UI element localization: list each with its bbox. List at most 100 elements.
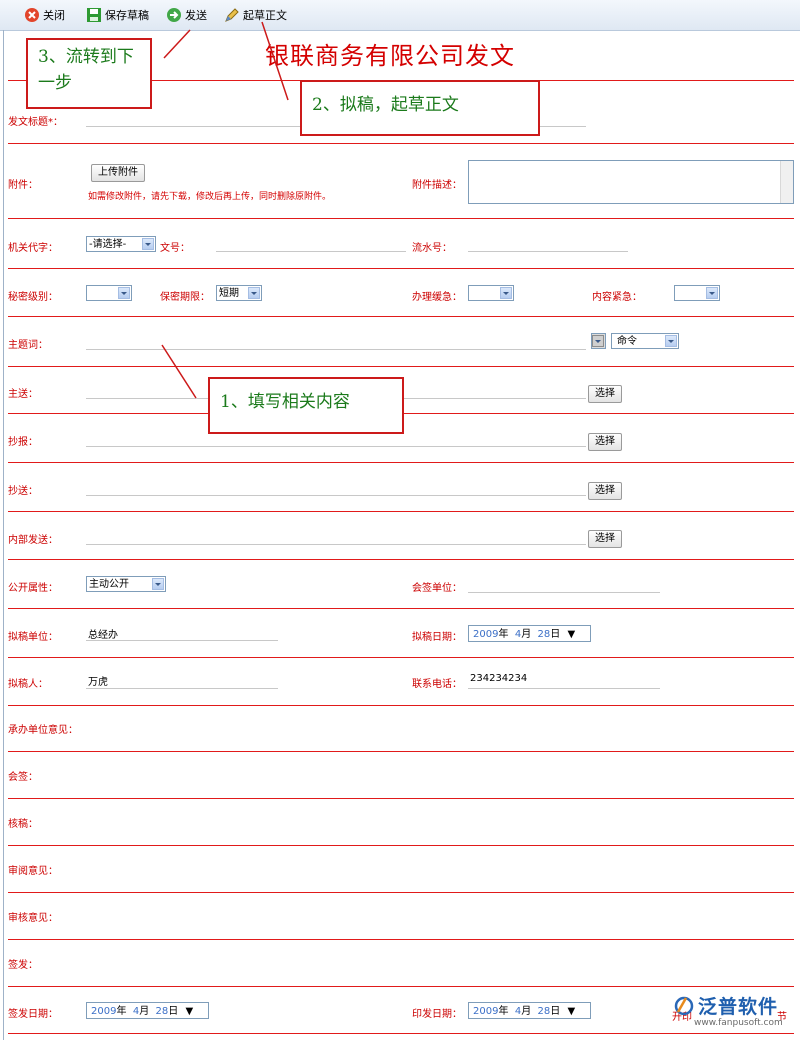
callout-step1: 1、填写相关内容 xyxy=(208,377,404,434)
divider xyxy=(8,218,794,219)
divider xyxy=(8,705,794,706)
keyword-type-select[interactable]: 命令 xyxy=(611,333,679,349)
dropdown-arrow-icon: ▼ xyxy=(567,1006,576,1017)
copy-to-input[interactable] xyxy=(86,495,586,496)
callout-step2: 2、拟稿，起草正文 xyxy=(300,80,540,136)
main-to-label: 主送： xyxy=(8,389,38,400)
internal-send-input[interactable] xyxy=(86,544,586,545)
divider xyxy=(8,1033,794,1034)
org-code-label: 机关代字： xyxy=(8,243,58,254)
phone-input[interactable] xyxy=(468,688,660,689)
report-to-input[interactable] xyxy=(86,446,586,447)
divider xyxy=(8,657,794,658)
doc-no-input[interactable] xyxy=(216,251,406,252)
serial-no-input[interactable] xyxy=(468,251,628,252)
handling-speed-select[interactable] xyxy=(468,285,514,301)
drafter-value: 万虎 xyxy=(88,677,108,688)
chevron-down-icon xyxy=(665,335,677,347)
divider xyxy=(8,751,794,752)
chevron-down-icon xyxy=(118,287,130,299)
chevron-down-icon xyxy=(142,238,154,250)
brand-text: 泛普软件 xyxy=(698,996,779,1018)
print-date-picker[interactable]: 2009年 4月 28日 ▼ xyxy=(468,1002,591,1019)
send-icon xyxy=(166,7,182,23)
toolbar: 关闭 保存草稿 发送 起草正文 xyxy=(0,0,800,31)
countersign-unit-input[interactable] xyxy=(468,592,660,593)
print-date-label: 印发日期： xyxy=(412,1009,462,1020)
secret-level-select[interactable] xyxy=(86,285,132,301)
secret-period-select[interactable]: 短期 xyxy=(216,285,262,301)
secret-period-label: 保密期限： xyxy=(160,292,210,303)
content-urgency-select[interactable] xyxy=(674,285,720,301)
chevron-down-icon xyxy=(152,578,164,590)
internal-send-label: 内部发送： xyxy=(8,535,58,546)
attachment-desc-label: 附件描述： xyxy=(412,180,462,191)
choose-main-to-button[interactable]: 选择 xyxy=(588,385,622,403)
issue-date-picker[interactable]: 2009年 4月 28日 ▼ xyxy=(86,1002,209,1019)
scrollbar[interactable] xyxy=(780,161,793,203)
close-button[interactable]: 关闭 xyxy=(24,6,65,24)
subject-label: 发文标题*： xyxy=(8,117,63,128)
divider xyxy=(8,845,794,846)
doc-no-label: 文号： xyxy=(160,243,190,254)
secret-level-label: 秘密级别： xyxy=(8,292,58,303)
divider xyxy=(8,366,794,367)
issue-label: 签发： xyxy=(8,960,38,971)
org-code-select[interactable]: -请选择- xyxy=(86,236,156,252)
attachment-note: 如需修改附件，请先下载，修改后再上传，同时删除原附件。 xyxy=(88,192,332,202)
choose-copy-to-button[interactable]: 选择 xyxy=(588,482,622,500)
left-border xyxy=(3,30,4,1040)
drafter-input[interactable] xyxy=(86,688,278,689)
divider xyxy=(8,986,794,987)
send-button[interactable]: 发送 xyxy=(166,6,207,24)
divider xyxy=(8,559,794,560)
draft-unit-value: 总经办 xyxy=(88,630,118,641)
review-label: 核稿： xyxy=(8,819,38,830)
chevron-down-icon xyxy=(500,287,512,299)
drafter-label: 拟稿人： xyxy=(8,679,48,690)
page-title: 银联商务有限公司发文 xyxy=(265,42,515,70)
public-attr-select[interactable]: 主动公开 xyxy=(86,576,166,592)
issue-date-label: 签发日期： xyxy=(8,1009,58,1020)
choose-internal-send-button[interactable]: 选择 xyxy=(588,530,622,548)
divider xyxy=(8,798,794,799)
report-to-label: 抄报： xyxy=(8,437,38,448)
choose-report-to-button[interactable]: 选择 xyxy=(588,433,622,451)
countersign-label: 会签： xyxy=(8,772,38,783)
public-attr-label: 公开属性： xyxy=(8,583,58,594)
divider xyxy=(8,939,794,940)
read-opinion-label: 审阅意见： xyxy=(8,866,58,877)
attachment-label: 附件： xyxy=(8,180,38,191)
draft-unit-input[interactable] xyxy=(86,640,278,641)
divider xyxy=(8,608,794,609)
content-urgency-label: 内容紧急： xyxy=(592,292,642,303)
attachment-desc-textarea[interactable] xyxy=(468,160,794,204)
chevron-down-icon xyxy=(592,335,604,347)
chevron-down-icon xyxy=(706,287,718,299)
fanpu-logo: 泛普软件 www.fanpusoft.com xyxy=(672,992,796,1032)
save-draft-button[interactable]: 保存草稿 xyxy=(86,6,149,24)
draft-body-button[interactable]: 起草正文 xyxy=(224,6,287,24)
phone-label: 联系电话： xyxy=(412,679,462,690)
upload-attachment-button[interactable]: 上传附件 xyxy=(91,164,145,182)
dropdown-arrow-icon: ▼ xyxy=(567,629,576,640)
handling-speed-label: 办理缓急： xyxy=(412,292,462,303)
callout-step3: 3、流转到下一步 xyxy=(26,38,152,109)
phone-value: 234234234 xyxy=(470,673,528,684)
divider xyxy=(8,268,794,269)
close-icon xyxy=(24,7,40,23)
dropdown-arrow-icon: ▼ xyxy=(185,1006,194,1017)
draft-date-picker[interactable]: 2009年 4月 28日 ▼ xyxy=(468,625,591,642)
draft-unit-label: 拟稿单位： xyxy=(8,632,58,643)
keyword-picker[interactable] xyxy=(591,333,606,349)
audit-opinion-label: 审核意见： xyxy=(8,913,58,924)
divider xyxy=(8,892,794,893)
divider xyxy=(8,511,794,512)
keyword-input[interactable] xyxy=(86,349,586,350)
countersign-unit-label: 会签单位： xyxy=(412,583,462,594)
pen-icon xyxy=(224,7,240,23)
serial-no-label: 流水号： xyxy=(412,243,452,254)
brand-url: www.fanpusoft.com xyxy=(694,1018,783,1028)
chevron-down-icon xyxy=(248,287,260,299)
callout-lines xyxy=(161,21,289,399)
